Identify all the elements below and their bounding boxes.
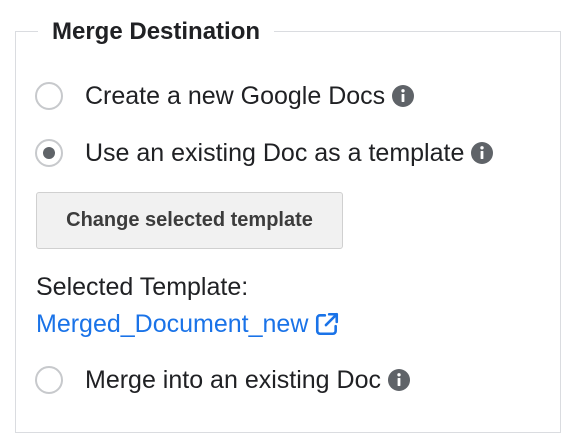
info-icon[interactable] bbox=[387, 368, 411, 392]
option-merge-existing-doc[interactable]: Merge into an existing Doc bbox=[35, 365, 411, 395]
option-create-new-doc-label: Create a new Google Docs bbox=[85, 82, 386, 110]
option-create-new-doc[interactable]: Create a new Google Docs bbox=[35, 81, 415, 111]
radio-create-new-doc[interactable] bbox=[35, 82, 63, 110]
selected-template-label: Selected Template: bbox=[36, 273, 249, 301]
change-selected-template-button[interactable]: Change selected template bbox=[36, 192, 343, 249]
selected-template-link[interactable]: Merged_Document_new bbox=[36, 309, 308, 339]
external-link-icon[interactable] bbox=[314, 311, 340, 337]
info-icon[interactable] bbox=[391, 84, 415, 108]
info-icon[interactable] bbox=[470, 141, 494, 165]
merge-destination-legend: Merge Destination bbox=[38, 15, 275, 49]
radio-merge-existing-doc[interactable] bbox=[35, 366, 63, 394]
option-merge-existing-doc-label: Merge into an existing Doc bbox=[85, 366, 381, 394]
selected-template-link-row: Merged_Document_new bbox=[36, 309, 340, 339]
option-use-template-label: Use an existing Doc as a template bbox=[85, 139, 465, 167]
option-use-template[interactable]: Use an existing Doc as a template bbox=[35, 138, 494, 168]
radio-use-template[interactable] bbox=[35, 139, 63, 167]
